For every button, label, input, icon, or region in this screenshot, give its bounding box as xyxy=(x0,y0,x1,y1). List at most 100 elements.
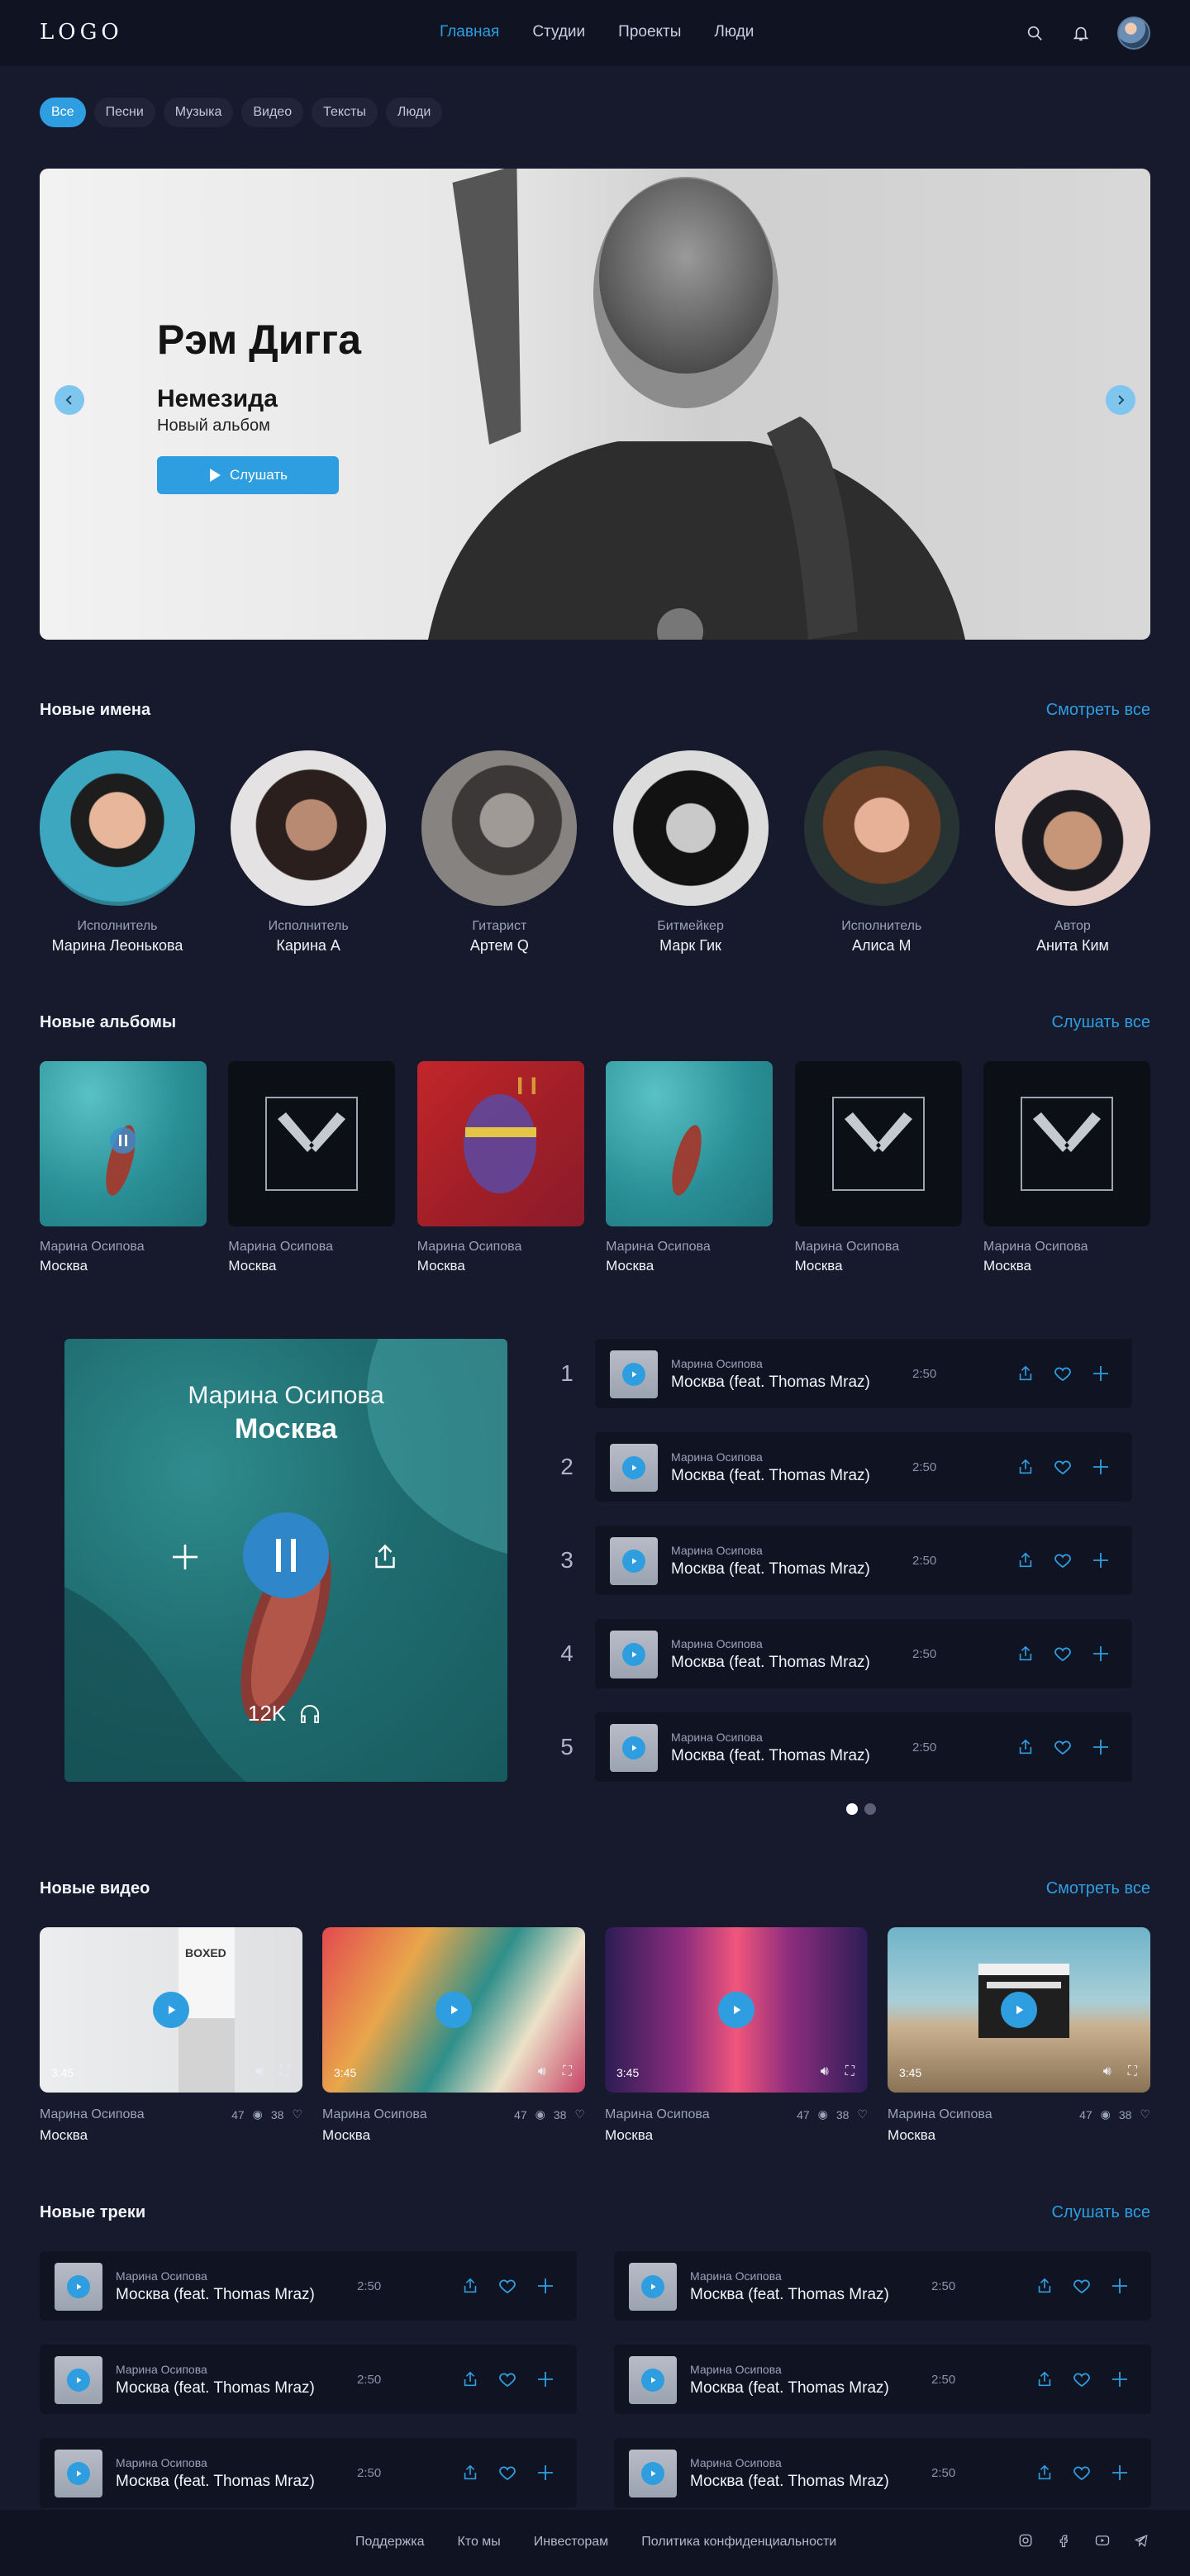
artist-card[interactable]: Исполнитель Алиса М xyxy=(803,750,959,955)
fullscreen-icon[interactable]: ⛶ xyxy=(563,2064,572,2079)
prev-slide-button[interactable] xyxy=(55,385,84,415)
heart-icon[interactable] xyxy=(1053,1550,1073,1574)
footer-link-investors[interactable]: Инвесторам xyxy=(534,2535,608,2550)
album-card[interactable]: I I Марина Осипова Москва xyxy=(416,1061,584,1274)
plus-icon[interactable] xyxy=(1091,1737,1111,1761)
share-icon[interactable] xyxy=(1035,2277,1054,2299)
heart-icon[interactable] xyxy=(497,2463,517,2487)
share-icon[interactable] xyxy=(461,2464,479,2486)
track-play-button[interactable] xyxy=(622,1456,645,1479)
filter-video[interactable]: Видео xyxy=(241,98,304,127)
filter-all[interactable]: Все xyxy=(40,98,86,127)
carousel-dot-active[interactable] xyxy=(846,1803,858,1815)
video-play-button[interactable] xyxy=(1001,1992,1037,2028)
plus-icon[interactable] xyxy=(536,2463,555,2487)
heart-icon[interactable] xyxy=(1053,1644,1073,1668)
track-play-button[interactable] xyxy=(641,2275,664,2298)
nav-item-home[interactable]: Главная xyxy=(440,23,499,41)
album-card[interactable]: Марина Осипова Москва xyxy=(794,1061,962,1274)
heart-icon[interactable] xyxy=(497,2369,517,2393)
album-card[interactable]: Марина Осипова Москва xyxy=(606,1061,774,1274)
share-icon[interactable] xyxy=(1016,1645,1035,1667)
heart-icon[interactable] xyxy=(1053,1364,1073,1388)
track-play-button[interactable] xyxy=(67,2462,90,2485)
new-track-row[interactable]: Марина Осипова Москва (feat. Thomas Mraz)… xyxy=(40,2438,577,2507)
video-card[interactable]: 3:45 🔊︎ ⛶ Марина Осипова 47 ◉ 38 ♡ Москва xyxy=(322,1927,585,2144)
footer-link-privacy[interactable]: Политика конфиденциальности xyxy=(641,2535,836,2550)
nav-item-studios[interactable]: Студии xyxy=(532,23,585,41)
see-all-names-link[interactable]: Смотреть все xyxy=(1046,701,1150,720)
share-icon[interactable] xyxy=(1016,1364,1035,1387)
track-play-button[interactable] xyxy=(641,2462,664,2485)
new-track-row[interactable]: Марина Осипова Москва (feat. Thomas Mraz)… xyxy=(40,2251,577,2321)
filter-music[interactable]: Музыка xyxy=(163,98,234,127)
share-icon[interactable] xyxy=(461,2370,479,2393)
plus-icon[interactable] xyxy=(536,2276,555,2300)
facebook-icon[interactable] xyxy=(1056,2533,1071,2552)
artist-card[interactable]: Битмейкер Марк Гик xyxy=(612,750,769,955)
fullscreen-icon[interactable]: ⛶ xyxy=(1128,2064,1137,2079)
plus-icon[interactable] xyxy=(536,2369,555,2393)
fullscreen-icon[interactable]: ⛶ xyxy=(845,2064,854,2079)
listen-button[interactable]: Слушать xyxy=(157,456,339,494)
logo[interactable]: LOGO xyxy=(40,20,123,45)
artist-card[interactable]: Исполнитель Карина А xyxy=(231,750,387,955)
track-play-button[interactable] xyxy=(622,1550,645,1573)
volume-icon[interactable]: 🔊︎ xyxy=(538,2064,546,2079)
avatar[interactable] xyxy=(1117,17,1150,50)
volume-icon[interactable]: 🔊︎ xyxy=(255,2064,264,2079)
video-card[interactable]: 3:45 🔊︎ ⛶ Марина Осипова 47 ◉ 38 ♡ Москва xyxy=(888,1927,1150,2144)
instagram-icon[interactable] xyxy=(1018,2533,1033,2552)
pause-button[interactable] xyxy=(243,1512,329,1598)
nav-item-people[interactable]: Люди xyxy=(714,23,754,41)
youtube-icon[interactable] xyxy=(1094,2533,1111,2552)
listen-all-tracks-link[interactable]: Слушать все xyxy=(1051,2203,1150,2222)
plus-icon[interactable] xyxy=(1110,2369,1130,2393)
plus-icon[interactable] xyxy=(1091,1550,1111,1574)
heart-icon[interactable] xyxy=(497,2276,517,2300)
share-icon[interactable] xyxy=(1035,2464,1054,2486)
album-card[interactable]: Марина Осипова Москва xyxy=(40,1061,207,1274)
video-play-button[interactable] xyxy=(718,1992,754,2028)
video-card[interactable]: BOXED 3:45 🔊︎ ⛶ Марина Осипова 47 ◉ 38 ♡ Мос… xyxy=(40,1927,302,2144)
new-track-row[interactable]: Марина Осипова Москва (feat. Thomas Mraz)… xyxy=(614,2345,1151,2414)
carousel-dot[interactable] xyxy=(864,1803,876,1815)
search-icon[interactable] xyxy=(1025,23,1045,43)
bell-icon[interactable] xyxy=(1071,23,1091,43)
album-card[interactable]: Марина Осипова Москва xyxy=(228,1061,396,1274)
heart-icon[interactable] xyxy=(1053,1457,1073,1481)
plus-icon[interactable] xyxy=(1091,1457,1111,1481)
track-play-button[interactable] xyxy=(67,2275,90,2298)
heart-icon[interactable] xyxy=(1072,2369,1092,2393)
track-play-button[interactable] xyxy=(622,1643,645,1666)
plus-icon[interactable] xyxy=(1091,1364,1111,1388)
track-play-button[interactable] xyxy=(622,1736,645,1759)
add-to-playlist-button[interactable] xyxy=(169,1540,202,1578)
video-play-button[interactable] xyxy=(436,1992,472,2028)
filter-lyrics[interactable]: Тексты xyxy=(312,98,378,127)
see-all-videos-link[interactable]: Смотреть все xyxy=(1046,1879,1150,1898)
share-icon[interactable] xyxy=(1035,2370,1054,2393)
filter-songs[interactable]: Песни xyxy=(93,98,155,127)
album-card[interactable]: Марина Осипова Москва xyxy=(983,1061,1150,1274)
telegram-icon[interactable] xyxy=(1134,2533,1149,2552)
new-track-row[interactable]: Марина Осипова Москва (feat. Thomas Mraz)… xyxy=(614,2438,1151,2507)
share-icon[interactable] xyxy=(1016,1458,1035,1480)
plus-icon[interactable] xyxy=(1091,1644,1111,1668)
footer-link-about[interactable]: Кто мы xyxy=(457,2535,500,2550)
fullscreen-icon[interactable]: ⛶ xyxy=(280,2064,289,2079)
artist-card[interactable]: Автор Анита Ким xyxy=(994,750,1150,955)
playlist-track-row[interactable]: Марина Осипова Москва (feat. Thomas Mraz)… xyxy=(595,1432,1132,1502)
heart-icon[interactable] xyxy=(1053,1737,1073,1761)
footer-link-support[interactable]: Поддержка xyxy=(355,2535,424,2550)
playlist-track-row[interactable]: Марина Осипова Москва (feat. Thomas Mraz)… xyxy=(595,1339,1132,1408)
playlist-track-row[interactable]: Марина Осипова Москва (feat. Thomas Mraz)… xyxy=(595,1619,1132,1688)
new-track-row[interactable]: Марина Осипова Москва (feat. Thomas Mraz)… xyxy=(40,2345,577,2414)
heart-icon[interactable] xyxy=(1072,2463,1092,2487)
next-slide-button[interactable] xyxy=(1106,385,1135,415)
artist-card[interactable]: Гитарист Артем Q xyxy=(421,750,578,955)
video-play-button[interactable] xyxy=(153,1992,189,2028)
share-icon[interactable] xyxy=(1016,1738,1035,1760)
track-play-button[interactable] xyxy=(67,2369,90,2392)
plus-icon[interactable] xyxy=(1110,2276,1130,2300)
